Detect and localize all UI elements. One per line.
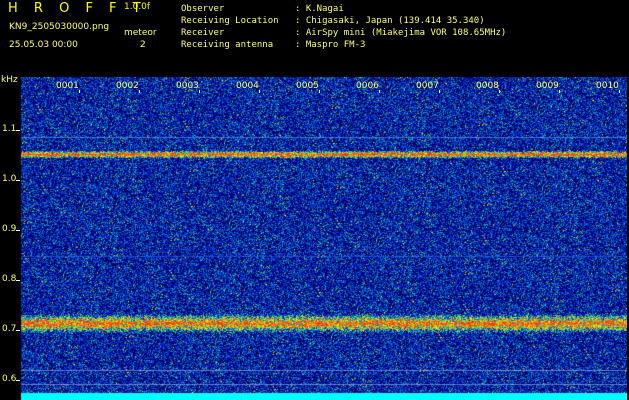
x-tick-label: 0009 bbox=[536, 81, 559, 91]
x-tick-mark bbox=[499, 90, 500, 93]
y-tick-mark bbox=[16, 280, 20, 281]
y-tick-label: 0.7 bbox=[2, 324, 17, 334]
info-label-receiver: Receiver bbox=[181, 28, 225, 38]
timestamp: 25.05.03 00:00 bbox=[9, 40, 78, 50]
y-tick-mark bbox=[16, 130, 20, 131]
y-tick-label: 1.0 bbox=[2, 174, 17, 184]
x-tick-label: 0006 bbox=[356, 81, 379, 91]
x-tick-label: 0008 bbox=[476, 81, 499, 91]
x-tick-label: 0001 bbox=[56, 81, 79, 91]
x-tick-mark bbox=[619, 90, 620, 93]
y-tick-mark bbox=[16, 180, 20, 181]
x-tick-label: 0004 bbox=[236, 81, 259, 91]
y-tick-mark bbox=[16, 330, 20, 331]
header-panel: H R O F F T 1.0.0f KN9_2505030000.png me… bbox=[0, 0, 629, 75]
meteor-count: 2 bbox=[140, 40, 146, 50]
meteor-label: meteor bbox=[124, 28, 157, 38]
y-tick-label: 0.9 bbox=[2, 224, 17, 234]
x-tick-label: 0007 bbox=[416, 81, 439, 91]
x-tick-label: 0005 bbox=[296, 81, 319, 91]
info-label-observer: Observer bbox=[181, 4, 225, 14]
info-value-observer: : K.Nagai bbox=[295, 4, 344, 14]
spectrogram-canvas bbox=[20, 77, 627, 400]
y-tick-mark bbox=[16, 380, 20, 381]
y-axis-unit: kHz bbox=[1, 75, 18, 85]
x-tick-mark bbox=[259, 90, 260, 93]
info-value-receiver: : AirSpy mini (Miakejima VOR 108.65MHz) bbox=[295, 28, 507, 38]
x-tick-mark bbox=[559, 90, 560, 93]
y-tick-mark bbox=[16, 230, 20, 231]
x-tick-mark bbox=[79, 90, 80, 93]
x-tick-mark bbox=[139, 90, 140, 93]
info-label-antenna: Receiving antenna bbox=[181, 40, 274, 50]
y-tick-label: 0.8 bbox=[2, 274, 17, 284]
x-tick-label: 0002 bbox=[116, 81, 139, 91]
x-tick-mark bbox=[439, 90, 440, 93]
x-tick-label: 0003 bbox=[176, 81, 199, 91]
info-label-location: Receiving Location bbox=[181, 16, 279, 26]
x-tick-mark bbox=[319, 90, 320, 93]
info-value-location: : Chigasaki, Japan (139.414 35.340) bbox=[295, 16, 485, 26]
info-value-antenna: : Maspro FM-3 bbox=[295, 40, 366, 50]
app-version: 1.0.0f bbox=[124, 2, 151, 12]
file-name: KN9_2505030000.png bbox=[9, 22, 110, 32]
x-tick-label: 0010 bbox=[596, 81, 619, 91]
y-tick-label: 0.6 bbox=[2, 374, 17, 384]
x-tick-mark bbox=[199, 90, 200, 93]
x-tick-mark bbox=[379, 90, 380, 93]
y-tick-label: 1.1 bbox=[2, 124, 17, 134]
